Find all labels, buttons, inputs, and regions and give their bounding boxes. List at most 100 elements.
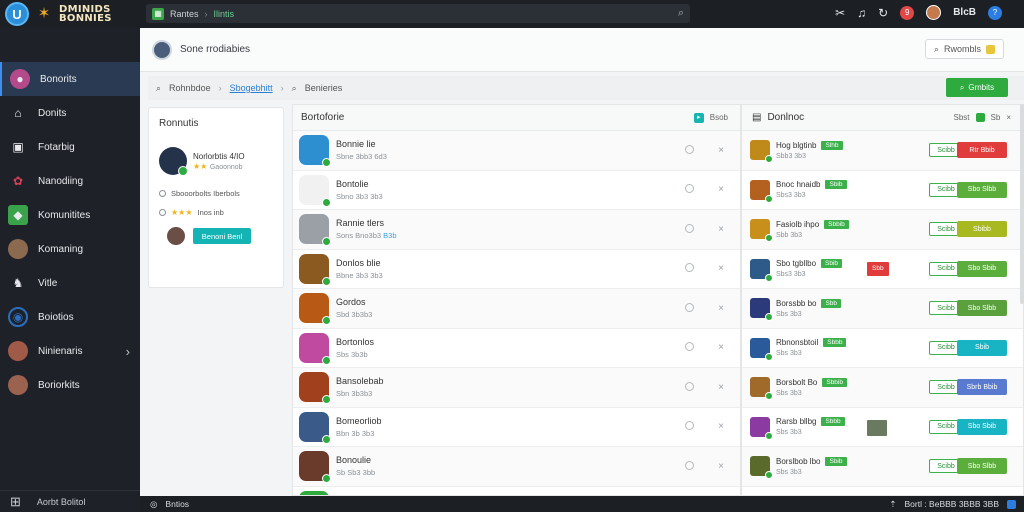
option-row-2[interactable]: ★★★ Inos inb bbox=[159, 208, 273, 217]
select-radio[interactable] bbox=[685, 342, 695, 352]
puzzle-icon[interactable]: ✂ bbox=[835, 6, 845, 20]
close-icon[interactable]: × bbox=[1006, 113, 1011, 122]
list-item[interactable]: Bansolebab Sbn 3b3b3 × bbox=[293, 368, 740, 408]
list-item[interactable]: Bontolie Sbno 3b3 3b3 × bbox=[293, 171, 740, 210]
filled-button[interactable]: Sbrb Bbib bbox=[957, 379, 1007, 396]
list-item[interactable]: Borsbolt Bo Sbbib Sbs 3b3 Scibb Sbrb Bbib bbox=[742, 368, 1023, 408]
close-icon[interactable]: × bbox=[718, 342, 724, 353]
list-item[interactable]: Bortonlos Sbs 3b3b × bbox=[293, 329, 740, 368]
filled-button[interactable]: Sbib bbox=[957, 339, 1007, 356]
filled-button[interactable]: Sbo Sbib bbox=[957, 260, 1007, 277]
item-title: Gordos bbox=[336, 297, 366, 308]
select-radio[interactable] bbox=[685, 381, 695, 391]
list-item[interactable]: Hog blgtinb Slhb Sbb3 3b3 Scibb Rtr Bbib bbox=[742, 131, 1023, 171]
list-item[interactable]: × bbox=[293, 487, 740, 495]
list-item[interactable]: Bomeorliob Bbn 3b 3b3 × bbox=[293, 408, 740, 447]
game-icon bbox=[750, 377, 773, 401]
network-icon[interactable] bbox=[1007, 499, 1016, 509]
filled-button[interactable]: Sbo Slbb bbox=[957, 181, 1007, 198]
close-icon[interactable]: × bbox=[718, 303, 724, 314]
list-item[interactable]: Bonoulie Sb Sb3 3bb × bbox=[293, 447, 740, 487]
list-item[interactable]: Bnoc hnaidb Sbib Sbs3 3b3 Scibb Sbo Slbb bbox=[742, 171, 1023, 210]
sidebar-item-3[interactable]: ✿ Nanodiing bbox=[0, 164, 140, 198]
item-subtitle: Sbs 3b3 bbox=[776, 468, 802, 476]
help-icon[interactable]: ? bbox=[988, 5, 1002, 20]
app-logo[interactable]: U ✶ DMINIDS BONNIES bbox=[0, 0, 140, 28]
filled-button[interactable]: Sbo Slbb bbox=[957, 458, 1007, 475]
sidebar-item-1[interactable]: ⌂ Donits bbox=[0, 96, 140, 130]
breadcrumb-item-1[interactable]: Rohnbdoe bbox=[169, 83, 211, 93]
user-avatar[interactable] bbox=[152, 39, 172, 60]
breadcrumb-item-2[interactable]: Sbogebhitt bbox=[230, 83, 273, 93]
list-item[interactable]: Borssbb bo Sbb Sbs 3b3 Scibb Sbo Slbb bbox=[742, 289, 1023, 329]
close-icon[interactable]: × bbox=[718, 461, 724, 472]
panel-header-actions[interactable]: ▸ Bsob bbox=[693, 112, 728, 123]
list-item[interactable]: Rbnonsbtoil Sbbb Sbs 3b3 Scibb Sbib bbox=[742, 329, 1023, 368]
sidebar-item-4[interactable]: ◆ Komunitites bbox=[0, 198, 140, 232]
radio-button[interactable] bbox=[159, 190, 166, 197]
address-bar[interactable]: ▦ Rantes › Ilintis ⌕ bbox=[146, 4, 690, 23]
header-button[interactable]: ⌕ Rwombls bbox=[924, 39, 1004, 59]
primary-action-button[interactable]: ⌕ Grnbits bbox=[946, 78, 1008, 97]
logo-text: DMINIDS BONNIES bbox=[59, 4, 112, 24]
avatar-icon bbox=[8, 239, 28, 259]
search-icon[interactable]: ⌕ bbox=[678, 7, 684, 20]
list-item[interactable]: Sbo tgbllbo Sbib Sbs3 3b3 Sbb Scibb Sbo Sbib bbox=[742, 250, 1023, 289]
item-subtitle: Sb Sb3 3bb bbox=[336, 468, 376, 478]
sidebar-item-6[interactable]: ♞ Vitle bbox=[0, 266, 140, 300]
option-row-1[interactable]: Sbooorbolts Iberbols bbox=[159, 189, 273, 198]
filled-button[interactable]: Rtr Bbib bbox=[957, 142, 1007, 159]
list-item[interactable]: Gordos Sbd 3b3b3 × bbox=[293, 289, 740, 329]
filter-icon[interactable]: ▸ bbox=[693, 112, 704, 123]
refresh-icon[interactable]: ↻ bbox=[878, 6, 888, 20]
chevron-right-icon[interactable]: › bbox=[126, 344, 130, 359]
list-item[interactable]: Borslbob lbo Sbib Sbs 3b3 Scibb Sbo Slbb bbox=[742, 447, 1023, 487]
list-item[interactable]: Bonnie lie Sbne 3bb3 6d3 × bbox=[293, 131, 740, 171]
item-title: Bansolebab bbox=[336, 376, 384, 387]
select-radio[interactable] bbox=[685, 460, 695, 470]
select-radio[interactable] bbox=[685, 184, 695, 194]
breadcrumb-item-3[interactable]: Benieries bbox=[305, 83, 343, 93]
select-radio[interactable] bbox=[685, 223, 695, 233]
separator: › bbox=[204, 8, 208, 19]
close-icon[interactable]: × bbox=[718, 263, 724, 274]
list-item[interactable]: Rarsb bllbg Sbbb Sbs 3b3 Scibb Sbo Sbib bbox=[742, 408, 1023, 447]
address-crumb-2[interactable]: Ilintis bbox=[214, 9, 235, 19]
list-item[interactable]: Fasiolb ihpo Sbbib Sbb 3b3 Scibb Sbibb bbox=[742, 210, 1023, 250]
close-icon[interactable]: × bbox=[718, 184, 724, 195]
list-item[interactable]: Donlos blie Bbne 3b3 3b3 × bbox=[293, 250, 740, 289]
status-bar: ◎ Bntios ⇡ Bortl : BeBBB 3BBB 3BB bbox=[140, 496, 1024, 512]
sidebar-footer[interactable]: ⊞ Aorbt Bolitol bbox=[0, 490, 140, 512]
sidebar-item-0[interactable]: ● Bonorits bbox=[0, 62, 140, 96]
people-icon: ◆ bbox=[8, 205, 28, 225]
list-item[interactable]: Rannie tlers Sons Bno3b3 B3b × bbox=[293, 210, 740, 250]
sidebar-item-5[interactable]: Komaning bbox=[0, 232, 140, 266]
card-action-button[interactable]: Benoni Benl bbox=[193, 228, 251, 244]
filled-button[interactable]: Sbibb bbox=[957, 221, 1007, 238]
sidebar-item-9[interactable]: Boriorkits bbox=[0, 368, 140, 402]
user-label[interactable]: BlcB bbox=[953, 7, 976, 18]
close-icon[interactable]: × bbox=[718, 224, 724, 235]
scrollbar[interactable] bbox=[1020, 104, 1024, 304]
select-radio[interactable] bbox=[685, 144, 695, 154]
notification-badge[interactable]: 9 bbox=[900, 5, 915, 20]
sidebar-item-8[interactable]: Ninienaris › bbox=[0, 334, 140, 368]
select-radio[interactable] bbox=[685, 263, 695, 273]
select-radio[interactable] bbox=[685, 421, 695, 431]
sidebar-item-2[interactable]: ▣ Fotarbig bbox=[0, 130, 140, 164]
close-icon[interactable]: × bbox=[718, 145, 724, 156]
profile-row[interactable]: Norlorbtis 4/IO ★★ Gaoonnob bbox=[159, 147, 273, 176]
profile-card: Ronnutis Norlorbtis 4/IO ★★ Gaoonnob Sbo… bbox=[148, 107, 284, 288]
filled-button[interactable]: Sbo Slbb bbox=[957, 300, 1007, 317]
address-crumb-1[interactable]: Rantes bbox=[170, 9, 199, 19]
select-radio[interactable] bbox=[685, 302, 695, 312]
sidebar-item-7[interactable]: ◉ Boiotios bbox=[0, 300, 140, 334]
panel-header-actions[interactable]: Sbst Sb × bbox=[954, 113, 1011, 122]
radio-button[interactable] bbox=[159, 209, 166, 216]
close-icon[interactable]: × bbox=[718, 421, 724, 432]
close-icon[interactable]: × bbox=[718, 382, 724, 393]
avatar[interactable] bbox=[926, 5, 942, 20]
filled-button[interactable]: Sbo Sbib bbox=[957, 418, 1007, 435]
bell-icon[interactable]: ♫ bbox=[857, 6, 866, 20]
row-controls: × bbox=[685, 223, 724, 235]
